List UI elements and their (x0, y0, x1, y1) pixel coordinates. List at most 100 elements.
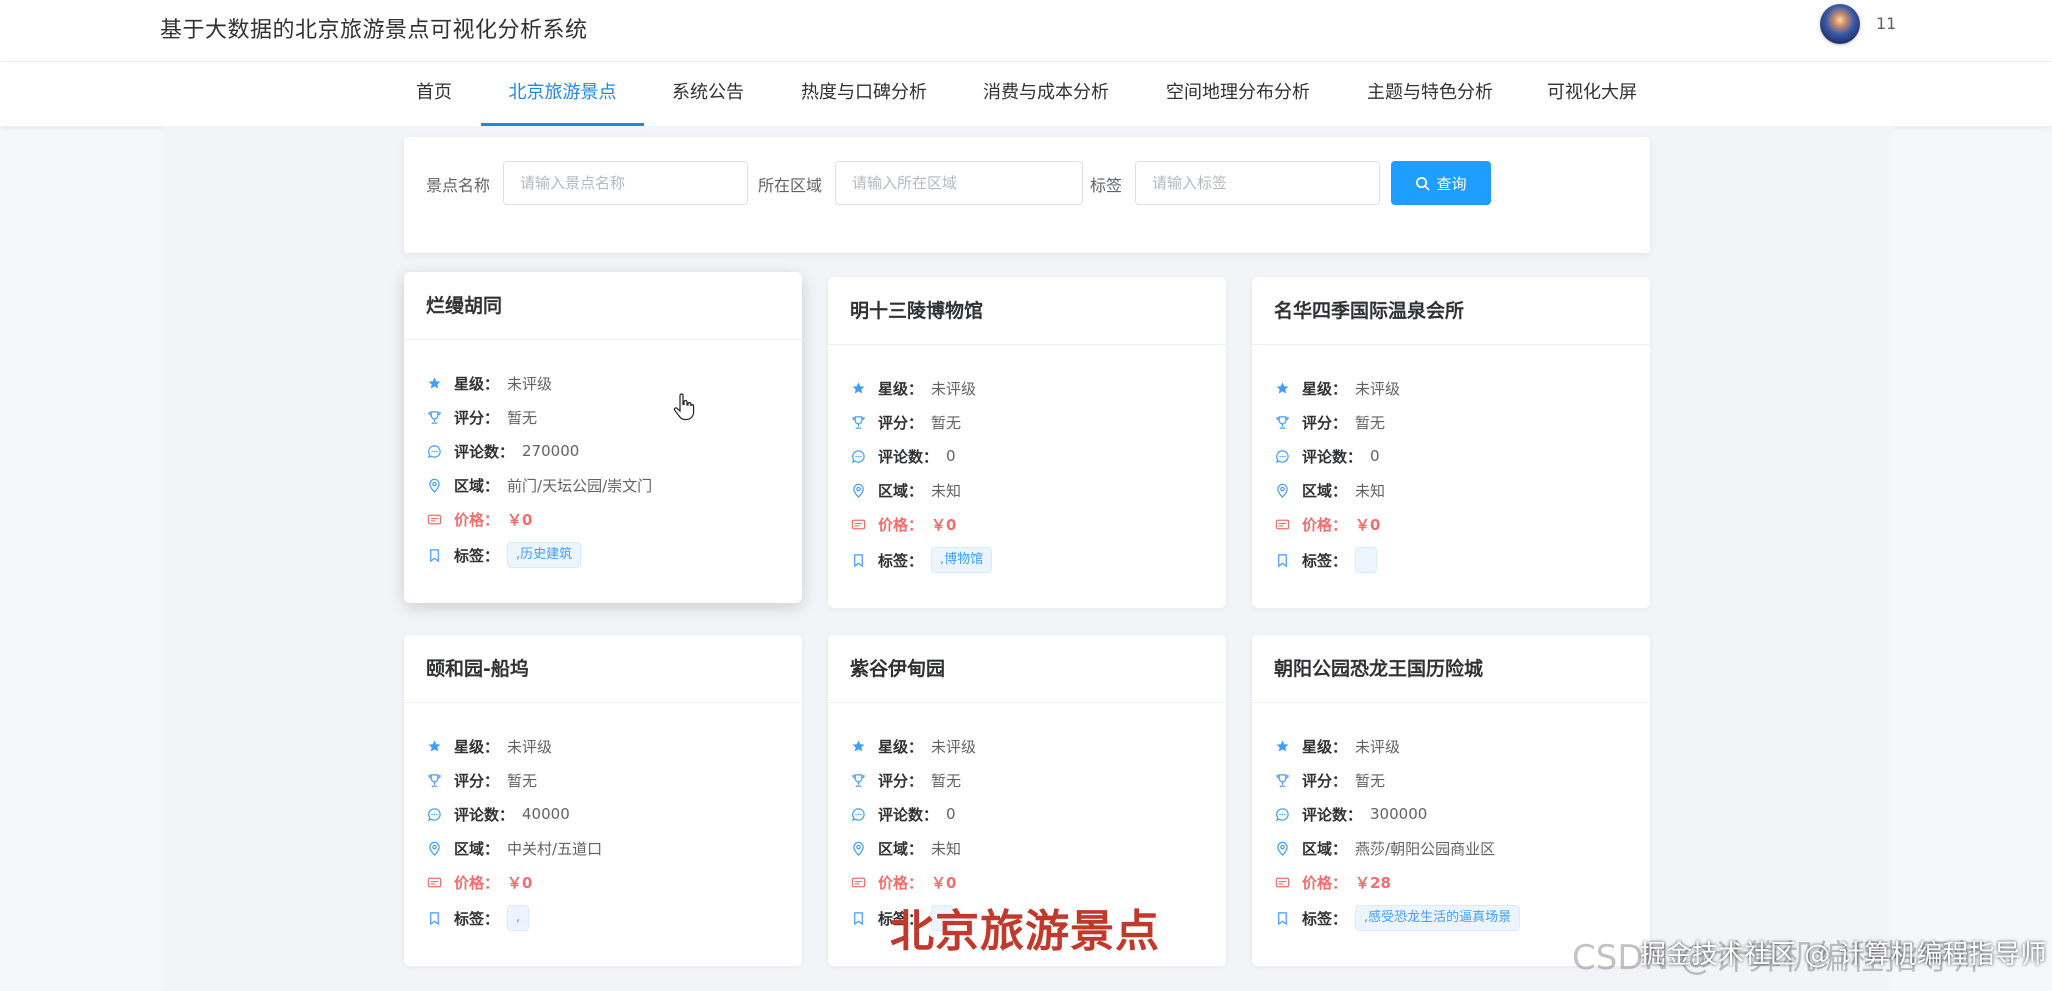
attraction-card[interactable]: 颐和园-船坞 星级： 未评级 评分： 暂无 评论数： 40000 区域： 中关村… (404, 635, 802, 966)
score-value: 暂无 (931, 771, 962, 790)
attraction-card[interactable]: 朝阳公园恐龙王国历险城 星级： 未评级 评分： 暂无 评论数： 300000 区… (1252, 635, 1650, 966)
tags-label: 标签： (1302, 551, 1348, 570)
price-row: 价格： ￥0 (1274, 507, 1628, 541)
location-icon (850, 482, 866, 498)
price-value: ￥0 (931, 873, 957, 892)
tag-chip[interactable]: ,历史建筑 (507, 542, 582, 568)
search-icon (1416, 176, 1430, 190)
attraction-card[interactable]: 名华四季国际温泉会所 星级： 未评级 评分： 暂无 评论数： 0 区域： 未知 (1252, 277, 1650, 608)
attraction-name: 朝阳公园恐龙王国历险城 (1252, 635, 1650, 703)
bookmark-icon (1274, 552, 1290, 568)
price-label: 价格： (878, 515, 924, 534)
tags-label: 标签： (1302, 909, 1348, 928)
reviews-row: 评论数： 0 (850, 797, 1204, 831)
reviews-label: 评论数： (1302, 805, 1363, 824)
price-label: 价格： (878, 873, 924, 892)
attraction-name: 明十三陵博物馆 (828, 277, 1226, 345)
tag-search-input[interactable] (1135, 161, 1380, 205)
region-value: 燕莎/朝阳公园商业区 (1355, 839, 1496, 858)
region-row: 区域： 未知 (850, 473, 1204, 507)
score-label: 评分： (878, 771, 924, 790)
bookmark-icon (850, 552, 866, 568)
stars-row: 星级： 未评级 (426, 729, 780, 763)
main-nav: 首页 北京旅游景点 系统公告 热度与口碑分析 消费与成本分析 空间地理分布分析 … (0, 62, 2052, 126)
nav-item-announcements[interactable]: 系统公告 (664, 62, 752, 126)
nav-item-home[interactable]: 首页 (403, 62, 465, 126)
stars-row: 星级： 未评级 (850, 371, 1204, 405)
score-row: 评分： 暂无 (850, 763, 1204, 797)
tags-label: 标签： (454, 546, 500, 565)
tags-row: 标签： (1274, 541, 1628, 579)
ticket-icon (1274, 516, 1290, 532)
tag-chip[interactable]: , (507, 905, 530, 931)
stars-value: 未评级 (931, 379, 977, 398)
reviews-label: 评论数： (454, 442, 515, 461)
region-label: 区域： (454, 839, 500, 858)
attraction-name: 紫谷伊甸园 (828, 635, 1226, 703)
top-bar: 基于大数据的北京旅游景点可视化分析系统 11 (0, 0, 2052, 62)
trophy-icon (1274, 414, 1290, 430)
reviews-row: 评论数： 0 (850, 439, 1204, 473)
tag-label: 标签 (1090, 176, 1123, 195)
region-search-input[interactable] (835, 161, 1083, 205)
star-icon (1274, 738, 1290, 754)
region-row: 区域： 前门/天坛公园/崇文门 (426, 468, 780, 502)
name-label: 景点名称 (426, 176, 491, 195)
attraction-card[interactable]: 烂缦胡同 星级： 未评级 评分： 暂无 评论数： 270000 区域： 前门/天… (404, 272, 802, 603)
score-value: 暂无 (1355, 771, 1386, 790)
score-value: 暂无 (931, 413, 962, 432)
nav-item-cost-analysis[interactable]: 消费与成本分析 (976, 62, 1116, 126)
nav-item-geo-analysis[interactable]: 空间地理分布分析 (1158, 62, 1318, 126)
bookmark-icon (426, 547, 442, 563)
price-label: 价格： (1302, 515, 1348, 534)
username[interactable]: 11 (1876, 14, 1896, 33)
location-icon (426, 477, 442, 493)
price-row: 价格： ￥0 (426, 502, 780, 536)
tag-chip[interactable]: ,感受恐龙生活的逼真场景 (1355, 905, 1521, 931)
stars-row: 星级： 未评级 (426, 366, 780, 400)
trophy-icon (1274, 772, 1290, 788)
ticket-icon (1274, 874, 1290, 890)
user-avatar[interactable] (1820, 4, 1860, 44)
reviews-row: 评论数： 40000 (426, 797, 780, 831)
attraction-details: 星级： 未评级 评分： 暂无 评论数： 270000 区域： 前门/天坛公园/崇… (404, 340, 802, 574)
price-row: 价格： ￥0 (426, 865, 780, 899)
score-row: 评分： 暂无 (1274, 763, 1628, 797)
search-button[interactable]: 查询 (1391, 161, 1491, 205)
price-row: 价格： ￥0 (850, 507, 1204, 541)
attraction-card[interactable]: 明十三陵博物馆 星级： 未评级 评分： 暂无 评论数： 0 区域： 未知 价格：… (828, 277, 1226, 608)
nav-item-dashboard[interactable]: 可视化大屏 (1542, 62, 1642, 126)
reviews-label: 评论数： (454, 805, 515, 824)
reviews-row: 评论数： 270000 (426, 434, 780, 468)
tag-chip[interactable] (1355, 547, 1378, 573)
score-value: 暂无 (507, 771, 538, 790)
reviews-label: 评论数： (878, 805, 939, 824)
reviews-value: 0 (946, 805, 956, 823)
comment-icon (850, 448, 866, 464)
tags-label: 标签： (878, 551, 924, 570)
region-label: 区域： (878, 481, 924, 500)
nav-item-attractions[interactable]: 北京旅游景点 (481, 62, 644, 126)
region-label: 区域： (878, 839, 924, 858)
ticket-icon (426, 874, 442, 890)
attraction-details: 星级： 未评级 评分： 暂无 评论数： 300000 区域： 燕莎/朝阳公园商业… (1252, 703, 1650, 937)
name-search-input[interactable] (503, 161, 748, 205)
location-icon (426, 840, 442, 856)
comment-icon (426, 443, 442, 459)
nav-item-popularity-analysis[interactable]: 热度与口碑分析 (794, 62, 934, 126)
price-value: ￥28 (1355, 873, 1391, 892)
attraction-details: 星级： 未评级 评分： 暂无 评论数： 0 区域： 未知 价格： ￥0 (828, 345, 1226, 579)
region-label: 区域： (1302, 839, 1348, 858)
nav-item-theme-analysis[interactable]: 主题与特色分析 (1360, 62, 1500, 126)
trophy-icon (426, 772, 442, 788)
region-value: 未知 (931, 481, 962, 500)
tags-row: 标签： ,博物馆 (850, 541, 1204, 579)
price-value: ￥0 (1355, 515, 1381, 534)
trophy-icon (426, 409, 442, 425)
price-value: ￥0 (507, 510, 533, 529)
reviews-value: 0 (946, 447, 956, 465)
tag-chip[interactable]: ,博物馆 (931, 547, 993, 573)
star-icon (426, 738, 442, 754)
stars-value: 未评级 (1355, 737, 1401, 756)
star-icon (426, 375, 442, 391)
